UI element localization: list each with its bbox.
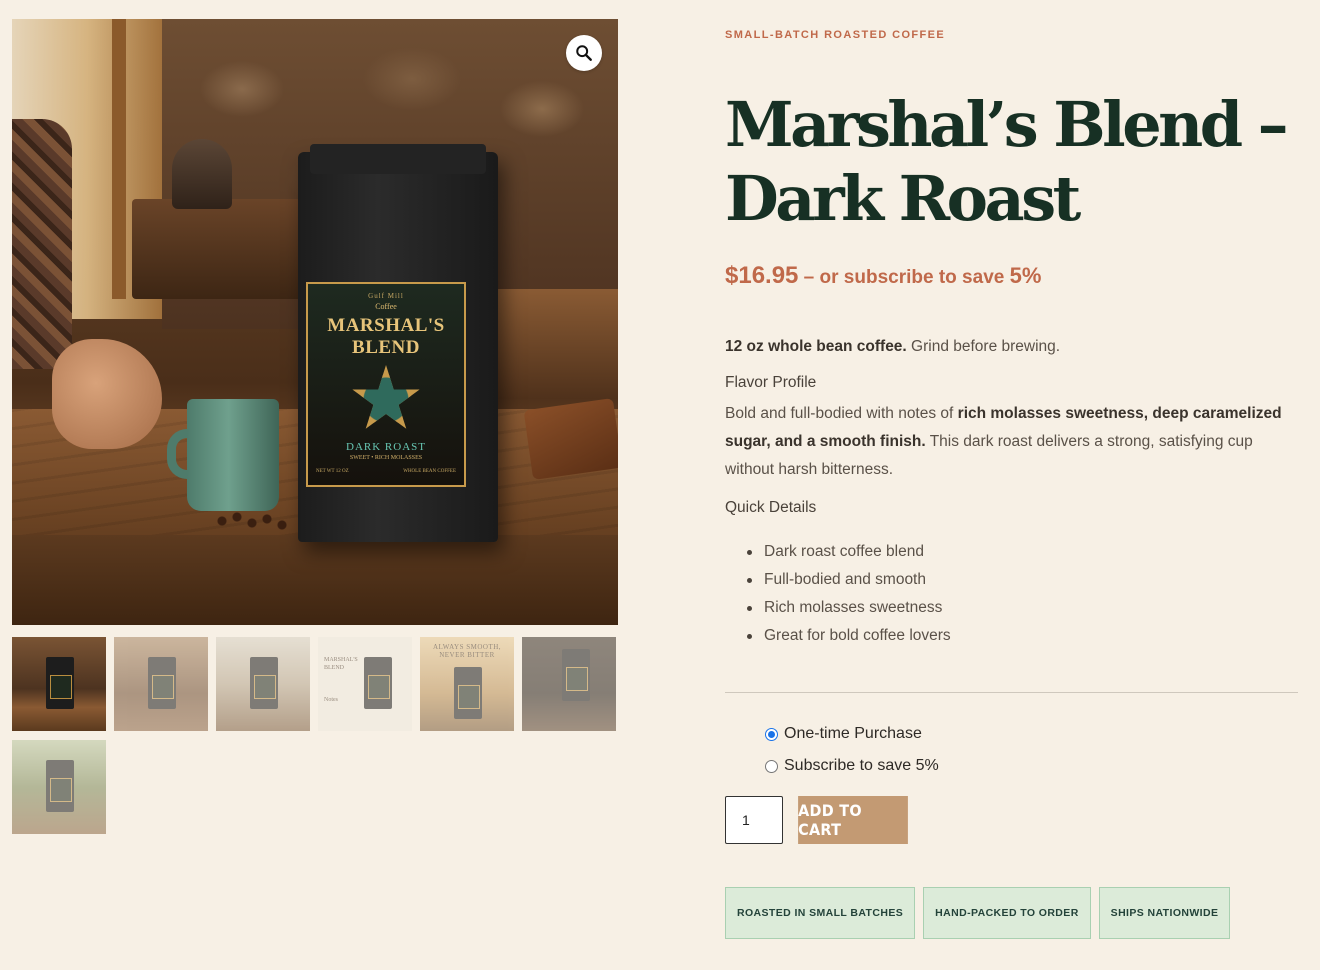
- zoom-button[interactable]: [566, 35, 602, 71]
- leather-journal: [523, 398, 618, 480]
- product-eyebrow: SMALL-BATCH ROASTED COFFEE: [725, 29, 946, 41]
- product-summary: 12 oz whole bean coffee. Grind before br…: [725, 333, 1300, 361]
- subscribe-label: Subscribe to save 5%: [784, 757, 939, 774]
- one-time-radio[interactable]: [765, 727, 778, 741]
- flannel-sleeve: [12, 119, 72, 369]
- summary-bold: 12 oz whole bean coffee.: [725, 338, 907, 355]
- sheriff-star-icon: [352, 365, 420, 429]
- coffee-grinder: [172, 139, 232, 209]
- bag-title: MARSHAL'S BLEND: [327, 315, 445, 358]
- thumbnail-5[interactable]: ALWAYS SMOOTH, NEVER BITTER: [420, 637, 514, 731]
- badge-small-batches: ROASTED IN SMALL BATCHES: [725, 887, 916, 939]
- option-one-time[interactable]: One-time Purchase: [765, 725, 922, 743]
- subscribe-percent: 5%: [1009, 263, 1042, 288]
- thumbnail-4[interactable]: MARSHAL'S BLEND Notes: [318, 637, 412, 731]
- divider: [725, 692, 1298, 693]
- subscribe-text: – or subscribe to save: [798, 267, 1010, 288]
- one-time-label: One-time Purchase: [784, 725, 922, 742]
- badge-ships-nationwide: SHIPS NATIONWIDE: [1098, 887, 1231, 939]
- product-price: $16.95: [725, 262, 799, 289]
- thumbnail-3[interactable]: [216, 637, 310, 731]
- bag-weight: NET WT 12 OZ: [316, 469, 349, 474]
- coffee-beans: [212, 511, 302, 531]
- thumbnail-7[interactable]: [12, 740, 106, 834]
- quick-details-heading: Quick Details: [725, 499, 817, 516]
- summary-rest: Grind before brewing.: [906, 338, 1061, 355]
- bag-brand: Gulf Mill: [368, 292, 404, 300]
- quantity-input[interactable]: 1: [725, 796, 783, 844]
- flavor-description: Bold and full-bodied with notes of rich …: [725, 405, 1282, 478]
- list-item: Rich molasses sweetness: [745, 594, 951, 622]
- list-item: Dark roast coffee blend: [745, 538, 951, 566]
- option-subscribe[interactable]: Subscribe to save 5%: [765, 757, 939, 775]
- trust-badges: ROASTED IN SMALL BATCHES HAND-PACKED TO …: [725, 887, 1231, 939]
- product-main-image[interactable]: Gulf Mill Coffee MARSHAL'S BLEND DARK RO…: [12, 19, 618, 625]
- bag-brand-sub: Coffee: [375, 302, 397, 311]
- product-title: Marshal’s Blend – Dark Roast: [725, 88, 1289, 235]
- thumbnail-1[interactable]: [12, 637, 106, 731]
- list-item: Great for bold coffee lovers: [745, 622, 951, 650]
- add-to-cart-button[interactable]: ADD TO CART: [798, 796, 908, 844]
- subscribe-radio[interactable]: [765, 759, 778, 773]
- price-line: $16.95 – or subscribe to save 5%: [725, 262, 1041, 290]
- green-mug: [187, 399, 279, 511]
- bag-tagline: SWEET • RICH MOLASSES: [349, 455, 423, 461]
- bag-label: Gulf Mill Coffee MARSHAL'S BLEND DARK RO…: [306, 282, 466, 487]
- bag-type: WHOLE BEAN COFFEE: [403, 469, 456, 474]
- hand: [52, 339, 162, 449]
- badge-hand-packed: HAND-PACKED TO ORDER: [923, 887, 1091, 939]
- thumbnail-4-note: Notes: [324, 697, 338, 703]
- thumbnail-4-text: MARSHAL'S BLEND: [324, 657, 358, 671]
- thumbnail-6[interactable]: [522, 637, 616, 731]
- bag-roast: DARK ROAST: [346, 441, 426, 453]
- quick-details-list: Dark roast coffee blend Full-bodied and …: [745, 538, 951, 650]
- coffee-bag: Gulf Mill Coffee MARSHAL'S BLEND DARK RO…: [298, 144, 498, 542]
- magnifier-icon: [576, 45, 592, 61]
- thumbnail-2[interactable]: [114, 637, 208, 731]
- thumbnail-5-text: ALWAYS SMOOTH, NEVER BITTER: [432, 643, 502, 659]
- list-item: Full-bodied and smooth: [745, 566, 951, 594]
- flavor-heading: Flavor Profile: [725, 374, 817, 391]
